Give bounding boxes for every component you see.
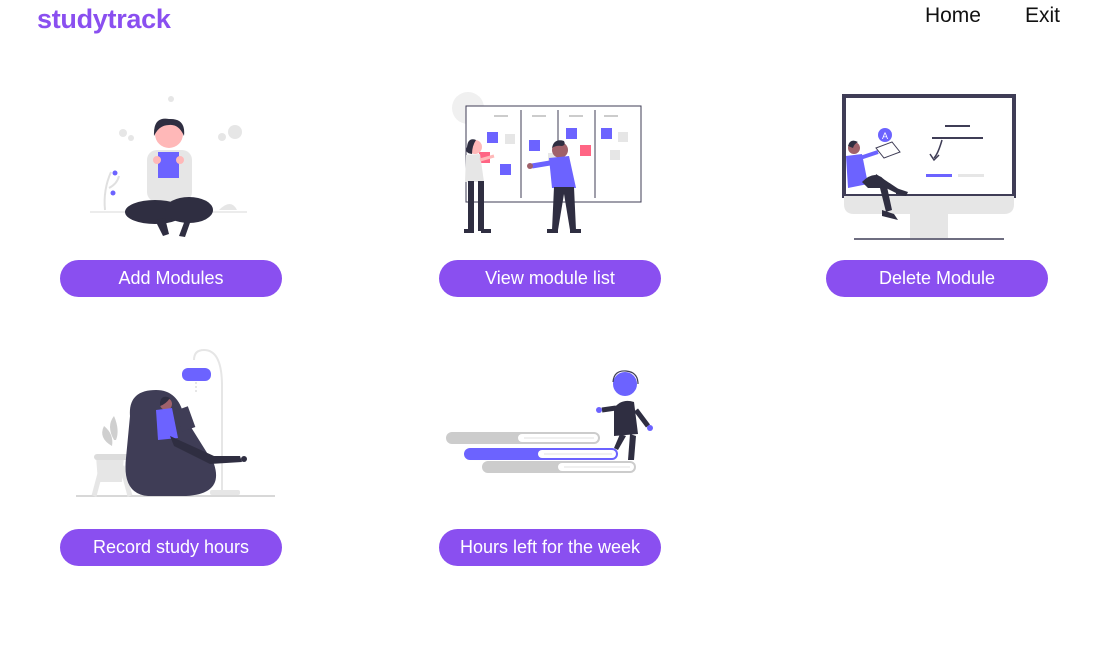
add-modules-button[interactable]: Add Modules xyxy=(60,260,282,297)
books-stairs-illustration xyxy=(446,370,653,473)
app-logo: studytrack xyxy=(37,4,171,34)
monitor-illustration: A xyxy=(842,94,1016,240)
kanban-board-illustration xyxy=(452,92,642,233)
svg-text:A: A xyxy=(882,131,888,141)
beanbag-reading-illustration xyxy=(76,348,275,497)
nav-home-link[interactable]: Home xyxy=(925,4,981,28)
delete-module-button[interactable]: Delete Module xyxy=(826,260,1048,297)
view-module-list-button[interactable]: View module list xyxy=(439,260,661,297)
top-nav: Home Exit xyxy=(925,4,1060,28)
nav-exit-link[interactable]: Exit xyxy=(1025,4,1060,28)
woman-reading-illustration xyxy=(90,96,247,237)
hours-left-button[interactable]: Hours left for the week xyxy=(439,529,661,566)
record-study-hours-button[interactable]: Record study hours xyxy=(60,529,282,566)
